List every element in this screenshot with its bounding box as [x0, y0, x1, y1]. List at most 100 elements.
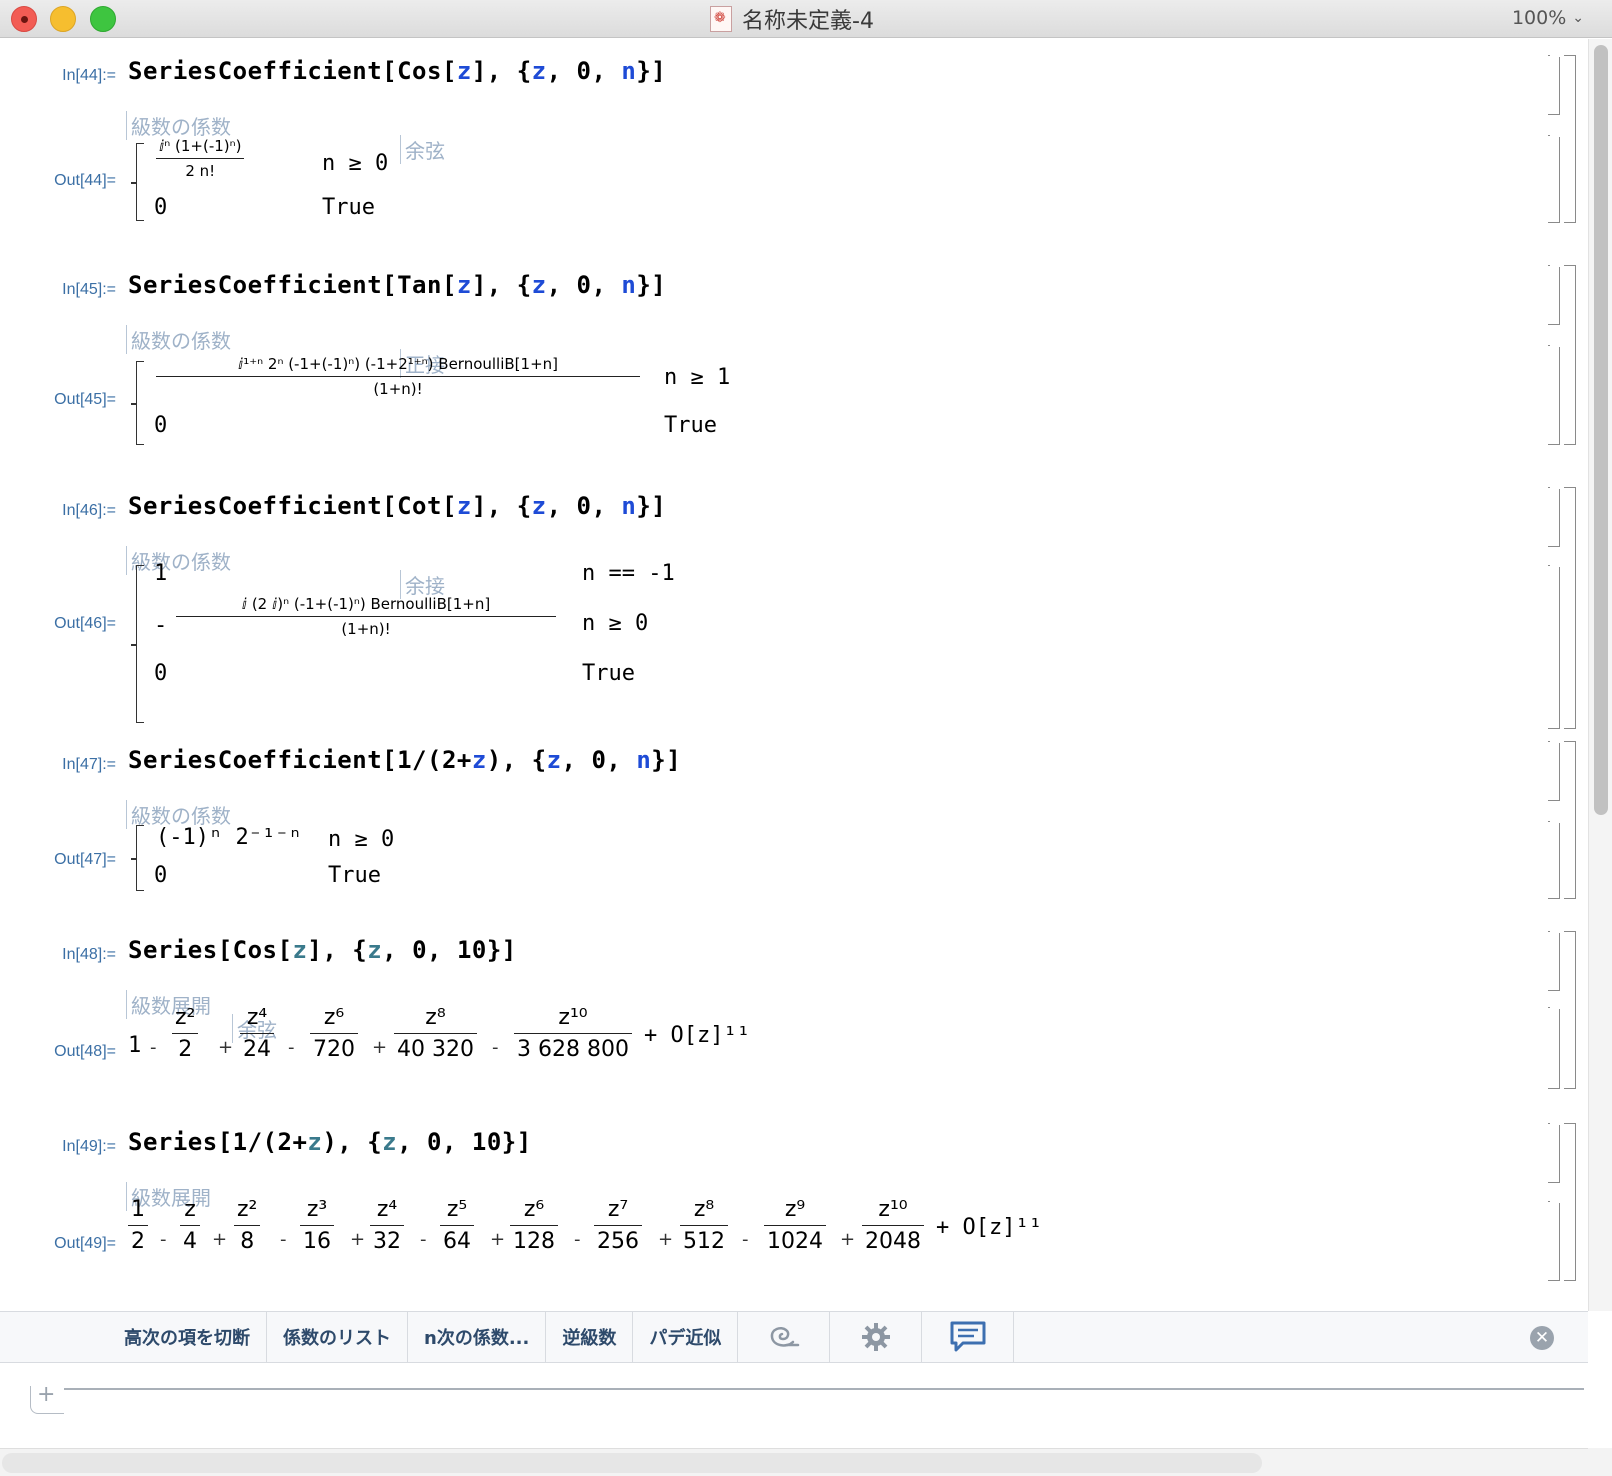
numerator: z⁴ [376, 1197, 398, 1222]
numerator: z⁹ [784, 1197, 806, 1222]
chat-icon[interactable] [922, 1312, 1015, 1362]
hint-link[interactable]: 余弦 [400, 135, 445, 164]
input-cell-bracket[interactable] [1548, 741, 1560, 801]
fraction: ⅈ (2 ⅈ)ⁿ (-1+(-1)ⁿ) BernoulliB[1+n] (1+n… [176, 595, 556, 638]
expansion-point: 0 [576, 271, 592, 299]
denominator: 8 [234, 1225, 261, 1254]
output-cell-bracket[interactable] [1548, 1201, 1560, 1281]
piecewise-brace [131, 825, 144, 891]
in-label: In[44]:= [62, 67, 116, 84]
input-expression[interactable]: SeriesCoefficient[Cos[z], {z, 0, n}] [128, 57, 666, 85]
input-cell-bracket[interactable] [1548, 55, 1560, 115]
series-fraction: z¹⁰ 3 628 800 [514, 1005, 632, 1062]
numerator: z⁶ [323, 1005, 345, 1030]
inverse-series-button[interactable]: 逆級数 [546, 1312, 634, 1362]
numerator: z² [237, 1197, 258, 1222]
input-cell-bracket[interactable] [1548, 1123, 1560, 1183]
nth-coefficient-button[interactable]: n次の係数... [408, 1312, 547, 1362]
fn-name: SeriesCoefficient [128, 57, 383, 85]
denominator: 32 [370, 1225, 404, 1254]
in-label: In[45]:= [62, 281, 116, 298]
horizontal-scrollbar[interactable] [0, 1448, 1588, 1476]
horizontal-scroll-thumb[interactable] [2, 1453, 1262, 1473]
document-icon [710, 6, 732, 32]
in-label: In[48]:= [62, 946, 116, 963]
series-fraction: z⁴ 32 [370, 1197, 404, 1254]
spiral-icon[interactable] [738, 1312, 831, 1362]
denominator: 720 [310, 1033, 358, 1062]
denominator: 256 [594, 1225, 642, 1254]
group-cell-bracket[interactable] [1564, 741, 1576, 899]
input-cell-bracket[interactable] [1548, 931, 1560, 991]
arg-fn: Cos [397, 57, 442, 85]
group-cell-bracket[interactable] [1564, 931, 1576, 1089]
plus-icon[interactable]: + [30, 1384, 64, 1414]
pade-approximant-button[interactable]: パデ近似 [633, 1312, 739, 1362]
input-cell-bracket[interactable] [1548, 265, 1560, 325]
vertical-scroll-thumb[interactable] [1594, 45, 1608, 815]
numerator: ⅈ¹⁺ⁿ 2ⁿ (-1+(-1)ⁿ) (-1+2¹⁺ⁿ) BernoulliB[… [237, 355, 559, 373]
coefficient-list-button[interactable]: 係数のリスト [267, 1312, 408, 1362]
var-n: n [621, 271, 637, 299]
out-label: Out[47]= [54, 851, 116, 868]
input-expression[interactable]: Series[1/(2+z), {z, 0, 10}] [128, 1128, 532, 1156]
denominator: 2 [172, 1033, 199, 1062]
output-cell-bracket[interactable] [1548, 135, 1560, 223]
zoom-level: 100% [1511, 7, 1567, 29]
new-cell-area[interactable]: + [0, 1364, 1588, 1448]
denominator: 2048 [862, 1225, 924, 1254]
group-cell-bracket[interactable] [1564, 487, 1576, 729]
numerator: z⁷ [607, 1197, 629, 1222]
denominator: 40 320 [394, 1033, 477, 1062]
hint-link[interactable]: 級数の係数 [126, 111, 231, 140]
group-cell-bracket[interactable] [1564, 265, 1576, 445]
gear-icon[interactable] [830, 1312, 923, 1362]
output-cell-bracket[interactable] [1548, 345, 1560, 445]
vertical-scrollbar[interactable] [1588, 39, 1612, 1311]
numerator: z¹⁰ [878, 1197, 908, 1222]
input-expression[interactable]: SeriesCoefficient[1/(2+z), {z, 0, n}] [128, 746, 681, 774]
zoom-selector[interactable]: 100% ⌄ [1512, 7, 1584, 29]
out-label: Out[44]= [54, 172, 116, 189]
fraction: ⅈⁿ (1+(-1)ⁿ) 2 n! [156, 137, 245, 180]
close-window-button[interactable] [11, 6, 37, 32]
var-z: z [456, 271, 472, 299]
zoom-window-button[interactable] [90, 6, 116, 32]
term-sign: - [420, 1229, 427, 1250]
input-cell-bracket[interactable] [1548, 487, 1560, 547]
title-bar: 名称未定義-4 100% ⌄ [0, 0, 1612, 38]
series-order: 10 [456, 936, 487, 964]
output-cell-bracket[interactable] [1548, 565, 1560, 729]
notebook[interactable]: In[44]:= SeriesCoefficient[Cos[z], {z, 0… [0, 39, 1586, 1311]
expansion-point: 0 [591, 746, 607, 774]
scroll-corner [1588, 1448, 1612, 1476]
denominator: 2 n! [156, 158, 245, 180]
series-order: 10 [471, 1128, 502, 1156]
series-fraction: z⁶ 720 [310, 1005, 358, 1062]
series-fraction: z² 8 [234, 1197, 261, 1254]
series-fraction: z⁹ 1024 [764, 1197, 826, 1254]
output-cell-bracket[interactable] [1548, 821, 1560, 899]
input-expression[interactable]: Series[Cos[z], {z, 0, 10}] [128, 936, 517, 964]
truncate-higher-terms-button[interactable]: 高次の項を切断 [108, 1312, 267, 1362]
chevron-down-icon: ⌄ [1572, 10, 1584, 26]
fraction: ⅈ¹⁺ⁿ 2ⁿ (-1+(-1)ⁿ) (-1+2¹⁺ⁿ) BernoulliB[… [156, 355, 640, 398]
close-icon[interactable]: ✕ [1530, 1326, 1554, 1350]
output-cell-bracket[interactable] [1548, 1007, 1560, 1089]
input-expression[interactable]: SeriesCoefficient[Cot[z], {z, 0, n}] [128, 492, 666, 520]
condition: n ≥ 0 [582, 611, 649, 636]
group-cell-bracket[interactable] [1564, 55, 1576, 223]
series-fraction: z⁶ 128 [510, 1197, 558, 1254]
group-cell-bracket[interactable] [1564, 1123, 1576, 1281]
minimize-window-button[interactable] [50, 6, 76, 32]
condition: n ≥ 0 [322, 151, 389, 176]
input-expression[interactable]: SeriesCoefficient[Tan[z], {z, 0, n}] [128, 271, 666, 299]
term-sign: - [150, 1037, 157, 1058]
var-z: z [471, 746, 487, 774]
fn-name: Series [128, 936, 218, 964]
piece-value: 1 [154, 561, 168, 586]
hint-link[interactable]: 級数の係数 [126, 325, 231, 354]
suggestions-bar: 高次の項を切断 係数のリスト n次の係数... 逆級数 パデ近似 ✕ [0, 1311, 1588, 1363]
series-term: 1 [128, 1033, 142, 1058]
